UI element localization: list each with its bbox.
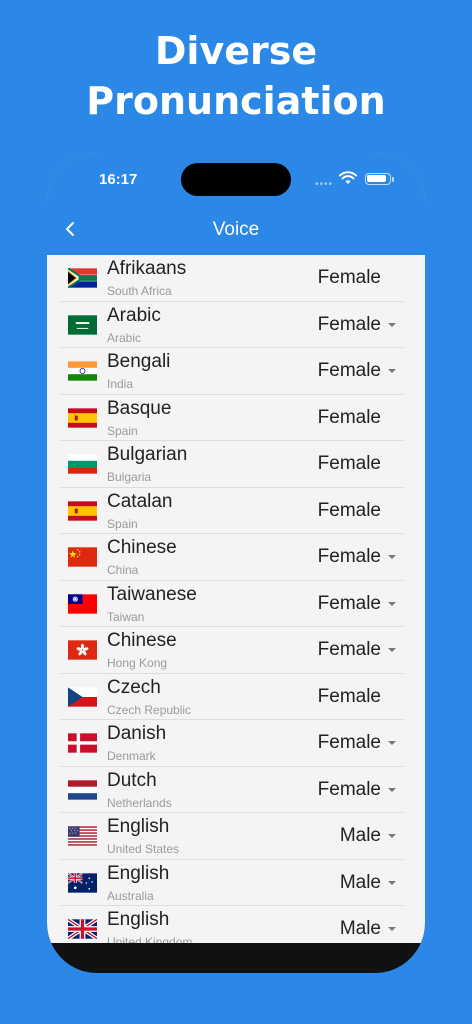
flag-cz-icon	[68, 686, 97, 707]
caret-down-icon[interactable]	[388, 741, 396, 745]
flag-nl-icon	[68, 779, 97, 800]
promo-headline: Diverse Pronunciation	[0, 26, 472, 126]
wifi-icon	[339, 171, 357, 184]
gender-dropdown[interactable]: Male	[340, 918, 381, 940]
flag-sa-icon	[68, 314, 97, 335]
battery-tip	[392, 177, 394, 182]
voice-region: South Africa	[107, 284, 172, 298]
voice-row[interactable]: English Australia Male	[61, 860, 403, 906]
voice-region: Spain	[107, 423, 138, 438]
app-screen: 16:17 •••• Voice Afrikaans South Africa Fe…	[47, 153, 425, 943]
voice-region: Denmark	[107, 749, 156, 763]
voice-row[interactable]: English United States Male	[61, 813, 403, 860]
caret-down-icon[interactable]	[388, 369, 396, 373]
voice-language: Chinese	[107, 630, 177, 651]
voice-language: English	[107, 816, 170, 837]
flag-es-icon	[68, 500, 97, 521]
voice-language: Arabic	[107, 304, 161, 326]
gender-label: Female	[317, 499, 381, 521]
voice-region: Australia	[107, 888, 154, 903]
voice-region: Spain	[107, 516, 138, 531]
gender-dropdown[interactable]: Male	[340, 872, 381, 894]
caret-down-icon[interactable]	[388, 880, 396, 885]
flag-hk-icon	[68, 640, 97, 660]
voice-region: India	[107, 377, 134, 391]
phone-frame: 16:17 •••• Voice Afrikaans South Africa Fe…	[47, 153, 425, 973]
voice-language: Czech	[107, 676, 161, 698]
flag-za-icon	[68, 268, 97, 288]
voice-region: Hong Kong	[107, 656, 168, 670]
gender-label: Female	[317, 453, 381, 474]
voice-row[interactable]: Taiwanese Taiwan Female	[61, 581, 403, 627]
gender-label: Female	[317, 685, 381, 707]
voice-language: Chinese	[107, 537, 177, 558]
voice-row[interactable]: Bengali India Female	[61, 348, 403, 395]
voice-list: Afrikaans South Africa Female Arabic Arabic F…	[47, 255, 425, 943]
voice-region: Netherlands	[107, 795, 172, 810]
gender-dropdown[interactable]: Female	[318, 779, 381, 801]
gender-label: Female	[317, 406, 381, 428]
flag-us-icon	[68, 826, 97, 846]
voice-row[interactable]: Arabic Arabic Female	[61, 302, 403, 348]
voice-row[interactable]: Chinese Hong Kong Female	[61, 627, 403, 674]
voice-row[interactable]: Bulgarian Bulgaria Female	[61, 441, 403, 488]
voice-row[interactable]: Czech Czech Republic Female	[61, 674, 403, 720]
flag-gb-icon	[68, 919, 97, 939]
voice-region: Bulgaria	[107, 470, 152, 484]
flag-dk-icon	[68, 733, 97, 753]
flag-in-icon	[68, 361, 97, 381]
promo-line-2: Pronunciation	[86, 79, 386, 123]
signal-icon: ••••	[315, 179, 334, 190]
voice-language: Afrikaans	[107, 258, 187, 279]
page-title: Voice	[212, 219, 260, 240]
flag-cn-icon	[68, 547, 97, 567]
voice-row[interactable]: Afrikaans South Africa Female	[61, 255, 403, 302]
voice-row[interactable]: Dutch Netherlands Female	[61, 767, 403, 813]
voice-region: China	[107, 563, 139, 577]
voice-language: Catalan	[107, 490, 173, 512]
voice-row[interactable]: English United Kingdom Male	[61, 906, 403, 943]
voice-row[interactable]: Catalan Spain Female	[61, 488, 403, 534]
caret-down-icon[interactable]	[388, 322, 396, 327]
voice-language: Basque	[107, 397, 172, 419]
voice-row[interactable]: Basque Spain Female	[61, 395, 403, 441]
flag-es-icon	[68, 407, 97, 428]
voice-row[interactable]: Chinese China Female	[61, 534, 403, 581]
caret-down-icon[interactable]	[388, 555, 396, 559]
voice-language: Bulgarian	[107, 444, 188, 465]
flag-bg-icon	[68, 454, 97, 474]
caret-down-icon[interactable]	[388, 648, 396, 652]
gender-dropdown[interactable]: Female	[318, 732, 381, 754]
voice-language: English	[107, 909, 170, 930]
gender-dropdown[interactable]: Male	[340, 825, 381, 847]
voice-region: Arabic	[107, 330, 142, 345]
voice-language: Bengali	[107, 351, 171, 372]
gender-dropdown[interactable]: Female	[318, 314, 381, 336]
flag-au-icon	[68, 872, 97, 893]
voice-language: Danish	[107, 723, 167, 744]
voice-language: English	[107, 862, 170, 884]
caret-down-icon[interactable]	[388, 834, 396, 838]
caret-down-icon[interactable]	[388, 601, 396, 606]
nav-header: 16:17 •••• Voice	[47, 153, 425, 255]
gender-dropdown[interactable]: Female	[318, 360, 381, 382]
flag-tw-icon	[68, 593, 97, 614]
voice-region: United Kingdom	[107, 935, 193, 943]
caret-down-icon[interactable]	[388, 927, 396, 931]
caret-down-icon[interactable]	[388, 787, 396, 792]
voice-region: Czech Republic	[107, 702, 192, 717]
gender-dropdown[interactable]: Female	[318, 639, 381, 661]
promo-line-1: Diverse	[154, 29, 318, 73]
gender-dropdown[interactable]: Female	[318, 546, 381, 568]
voice-region: Taiwan	[107, 609, 145, 624]
dynamic-island	[181, 163, 291, 196]
battery-icon	[365, 173, 391, 185]
voice-language: Taiwanese	[107, 583, 197, 605]
voice-language: Dutch	[107, 769, 157, 791]
gender-dropdown[interactable]: Female	[318, 593, 381, 615]
status-time: 16:17	[99, 171, 138, 188]
gender-label: Female	[317, 267, 381, 288]
voice-region: United States	[107, 842, 180, 856]
voice-row[interactable]: Danish Denmark Female	[61, 720, 403, 767]
